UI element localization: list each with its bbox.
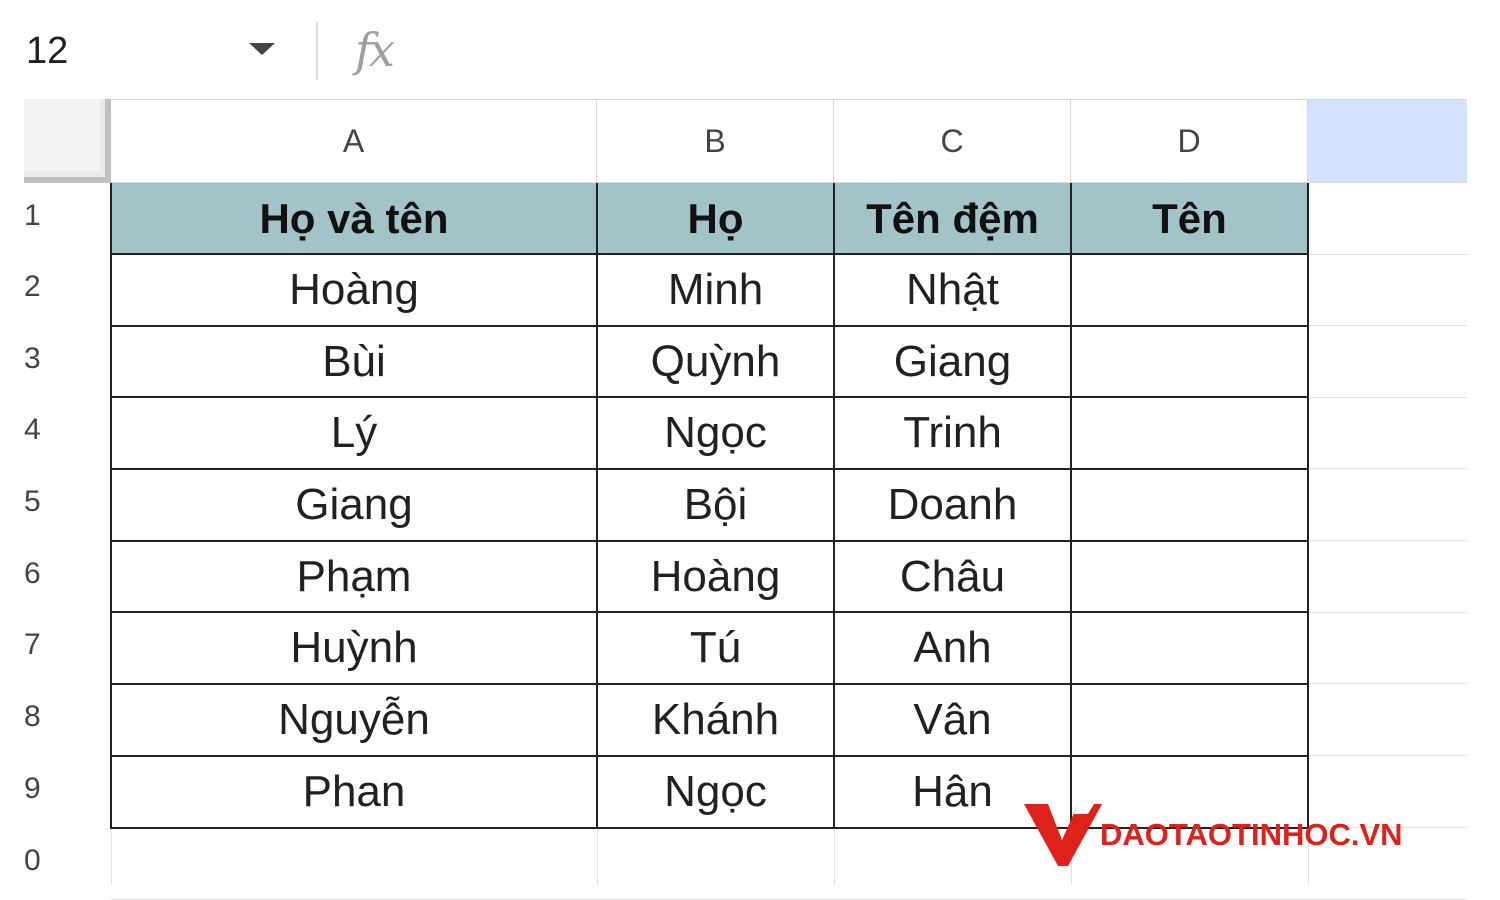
select-all-corner[interactable] <box>24 99 111 183</box>
table-border-horizontal <box>111 683 1308 685</box>
table-cell[interactable]: Anh <box>834 612 1071 684</box>
table-cell[interactable]: Lý <box>111 397 597 469</box>
row-header-5[interactable]: 5 <box>0 469 111 541</box>
row-header-7[interactable]: 7 <box>0 612 111 684</box>
row-number: 7 <box>24 628 41 661</box>
table-cell[interactable] <box>1071 254 1308 326</box>
header-cell-b[interactable]: Họ <box>597 183 834 255</box>
table-cell[interactable]: Doanh <box>834 469 1071 541</box>
table-border-vertical <box>110 183 112 829</box>
row-number: 2 <box>24 270 41 303</box>
table-cell[interactable]: Phan <box>111 756 597 828</box>
table-border-vertical <box>1070 183 1072 829</box>
table-cell[interactable]: Quỳnh <box>597 326 834 398</box>
table-cell[interactable] <box>1071 326 1308 398</box>
row-number: 9 <box>24 772 41 805</box>
row-number: 0 <box>24 844 41 877</box>
row-number: 8 <box>24 700 41 733</box>
row-header-10[interactable]: 0 <box>0 828 111 900</box>
spreadsheet-grid: A B C D 1 2 3 4 5 6 7 8 9 0 Họ và tên Họ Tên đệm Tên Hoàng… <box>0 0 1500 900</box>
column-header-overflow[interactable] <box>1307 99 1467 183</box>
row-header-2[interactable]: 2 <box>0 254 111 326</box>
table-cell[interactable] <box>1071 684 1308 756</box>
row-header-4[interactable]: 4 <box>0 397 111 469</box>
table-border-horizontal <box>111 755 1308 757</box>
table-cell[interactable] <box>1071 612 1308 684</box>
table-border-horizontal <box>111 468 1308 470</box>
table-cell[interactable] <box>1071 469 1308 541</box>
column-header-b[interactable]: B <box>597 99 834 183</box>
table-border-horizontal <box>111 396 1308 398</box>
table-cell[interactable]: Nhật <box>834 254 1071 326</box>
watermark-logo: DAOTAOTINHOC.VN <box>1022 800 1442 870</box>
table-border-horizontal <box>111 253 1308 255</box>
select-all-corner-fill <box>24 99 100 171</box>
table-cell[interactable]: Bội <box>597 469 834 541</box>
table-border-horizontal <box>111 325 1308 327</box>
column-header-c[interactable]: C <box>834 99 1071 183</box>
table-cell[interactable]: Nguyễn <box>111 684 597 756</box>
row-number: 4 <box>24 413 41 446</box>
row-header-6[interactable]: 6 <box>0 541 111 613</box>
table-cell[interactable]: Phạm <box>111 541 597 613</box>
table-cell[interactable]: Giang <box>834 326 1071 398</box>
header-cell-c[interactable]: Tên đệm <box>834 183 1071 255</box>
table-cell[interactable] <box>1071 541 1308 613</box>
row-number: 1 <box>24 199 41 232</box>
row-header-3[interactable]: 3 <box>0 326 111 398</box>
empty-cell[interactable] <box>597 828 834 885</box>
header-cell-d[interactable]: Tên <box>1071 183 1308 255</box>
table-border-horizontal <box>111 611 1308 613</box>
row-header-1[interactable]: 1 <box>0 183 111 255</box>
column-header-a[interactable]: A <box>111 99 597 183</box>
column-header-d[interactable]: D <box>1071 99 1308 183</box>
table-cell[interactable]: Châu <box>834 541 1071 613</box>
v-logo-icon <box>1024 804 1102 866</box>
row-number: 3 <box>24 342 41 375</box>
table-cell[interactable]: Tú <box>597 612 834 684</box>
table-cell[interactable]: Hoàng <box>597 541 834 613</box>
table-cell[interactable] <box>1071 397 1308 469</box>
table-border-vertical <box>596 183 598 829</box>
table-cell[interactable]: Huỳnh <box>111 612 597 684</box>
table-border-vertical <box>833 183 835 829</box>
table-cell[interactable]: Ngọc <box>597 397 834 469</box>
table-cell[interactable]: Giang <box>111 469 597 541</box>
header-cell-a[interactable]: Họ và tên <box>111 183 597 255</box>
row-number: 6 <box>24 557 41 590</box>
table-cell[interactable]: Hoàng <box>111 254 597 326</box>
table-cell[interactable]: Bùi <box>111 326 597 398</box>
table-cell[interactable]: Khánh <box>597 684 834 756</box>
table-cell[interactable]: Vân <box>834 684 1071 756</box>
table-border-horizontal <box>111 540 1308 542</box>
table-cell[interactable]: Minh <box>597 254 834 326</box>
watermark-text: DAOTAOTINHOC.VN <box>1100 817 1403 852</box>
empty-cell[interactable] <box>111 828 597 885</box>
table-cell[interactable]: Trinh <box>834 397 1071 469</box>
row-number: 5 <box>24 485 41 518</box>
table-border-vertical <box>1307 183 1309 829</box>
row-header-8[interactable]: 8 <box>0 684 111 756</box>
row-header-9[interactable]: 9 <box>0 756 111 828</box>
table-cell[interactable]: Ngọc <box>597 756 834 828</box>
